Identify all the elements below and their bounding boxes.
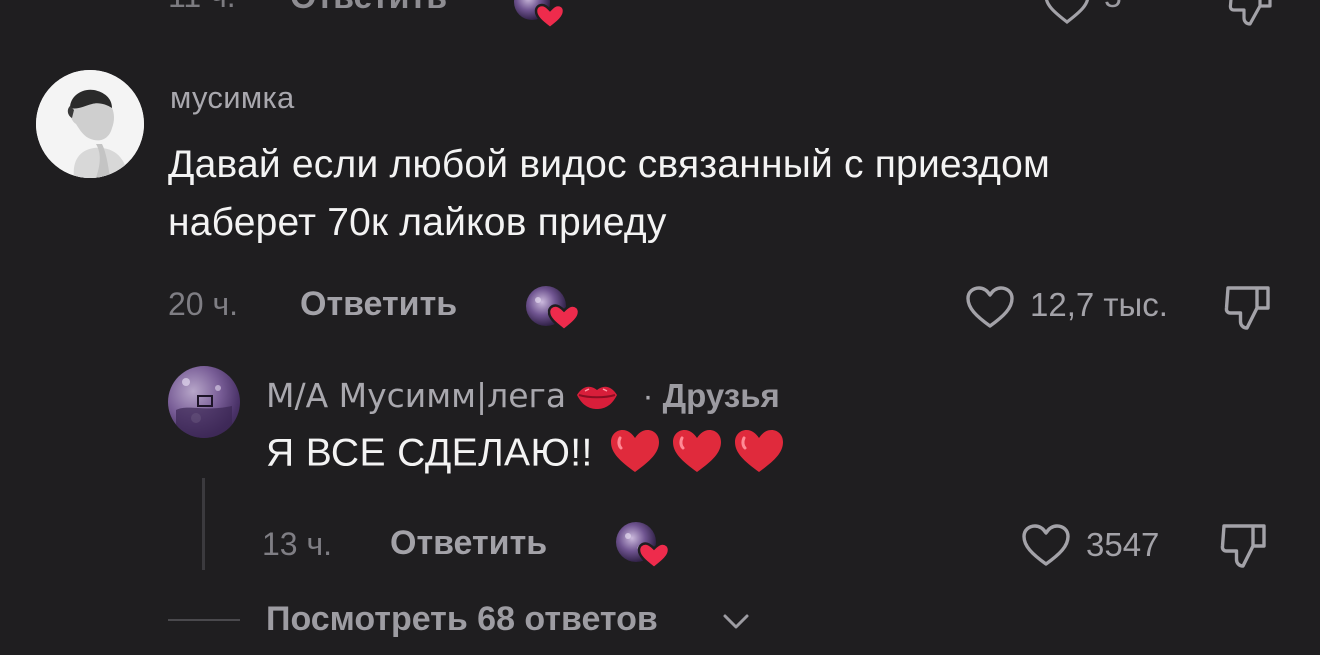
dislike-button[interactable]	[1218, 520, 1270, 577]
reply-button[interactable]: Ответить	[300, 285, 457, 324]
reply-button[interactable]: Ответить	[290, 0, 447, 17]
reply-text-row: Я ВСЕ СДЕЛАЮ!!	[266, 430, 786, 480]
view-replies-divider	[168, 619, 240, 621]
avatar[interactable]	[36, 70, 144, 178]
dislike-button[interactable]	[1226, 0, 1276, 35]
red-heart-icon	[735, 430, 783, 472]
red-heart-icon	[673, 430, 721, 472]
reply-text: Я ВСЕ СДЕЛАЮ!!	[266, 431, 593, 475]
creator-liked-badge-icon	[512, 0, 570, 37]
like-button[interactable]	[1020, 522, 1072, 573]
like-button[interactable]	[964, 284, 1016, 335]
comment-text-line: Давай если любой видос связанный с приез…	[168, 143, 1051, 186]
like-count: 12,7 тыс.	[1030, 286, 1168, 323]
chevron-down-icon[interactable]	[722, 612, 750, 637]
separator-dot: ·	[642, 377, 654, 414]
like-button[interactable]	[1042, 0, 1092, 31]
previous-comment-actions: 11 ч. Ответить 5	[0, 0, 1320, 38]
reply-button[interactable]: Ответить	[390, 524, 547, 563]
like-count: 5	[1104, 0, 1122, 15]
comment-username[interactable]: мусимка	[170, 80, 295, 116]
comment-text: Давай если любой видос связанный с приез…	[168, 136, 1278, 252]
avatar[interactable]	[168, 366, 240, 438]
view-replies-button[interactable]: Посмотреть 68 ответов	[266, 600, 658, 639]
reply-time: 13 ч.	[262, 526, 333, 562]
lips-emoji-icon	[575, 377, 628, 414]
comment-time: 20 ч.	[168, 286, 239, 322]
comment-text-line: наберет 70к лайков приеду	[168, 201, 667, 244]
creator-liked-badge-icon	[612, 518, 672, 575]
dislike-button[interactable]	[1222, 282, 1274, 339]
thread-line	[202, 478, 205, 570]
creator-liked-badge-icon	[522, 282, 582, 337]
like-count: 3547	[1086, 526, 1160, 563]
reply-username[interactable]: М/А Мусимм|лега	[266, 376, 566, 415]
reply-header: М/А Мусимм|лега · Друзья	[266, 376, 780, 415]
red-hearts-emoji	[608, 426, 786, 476]
comment-time: 11 ч.	[168, 0, 236, 15]
red-heart-icon	[611, 430, 659, 472]
friends-badge: Друзья	[662, 377, 780, 414]
